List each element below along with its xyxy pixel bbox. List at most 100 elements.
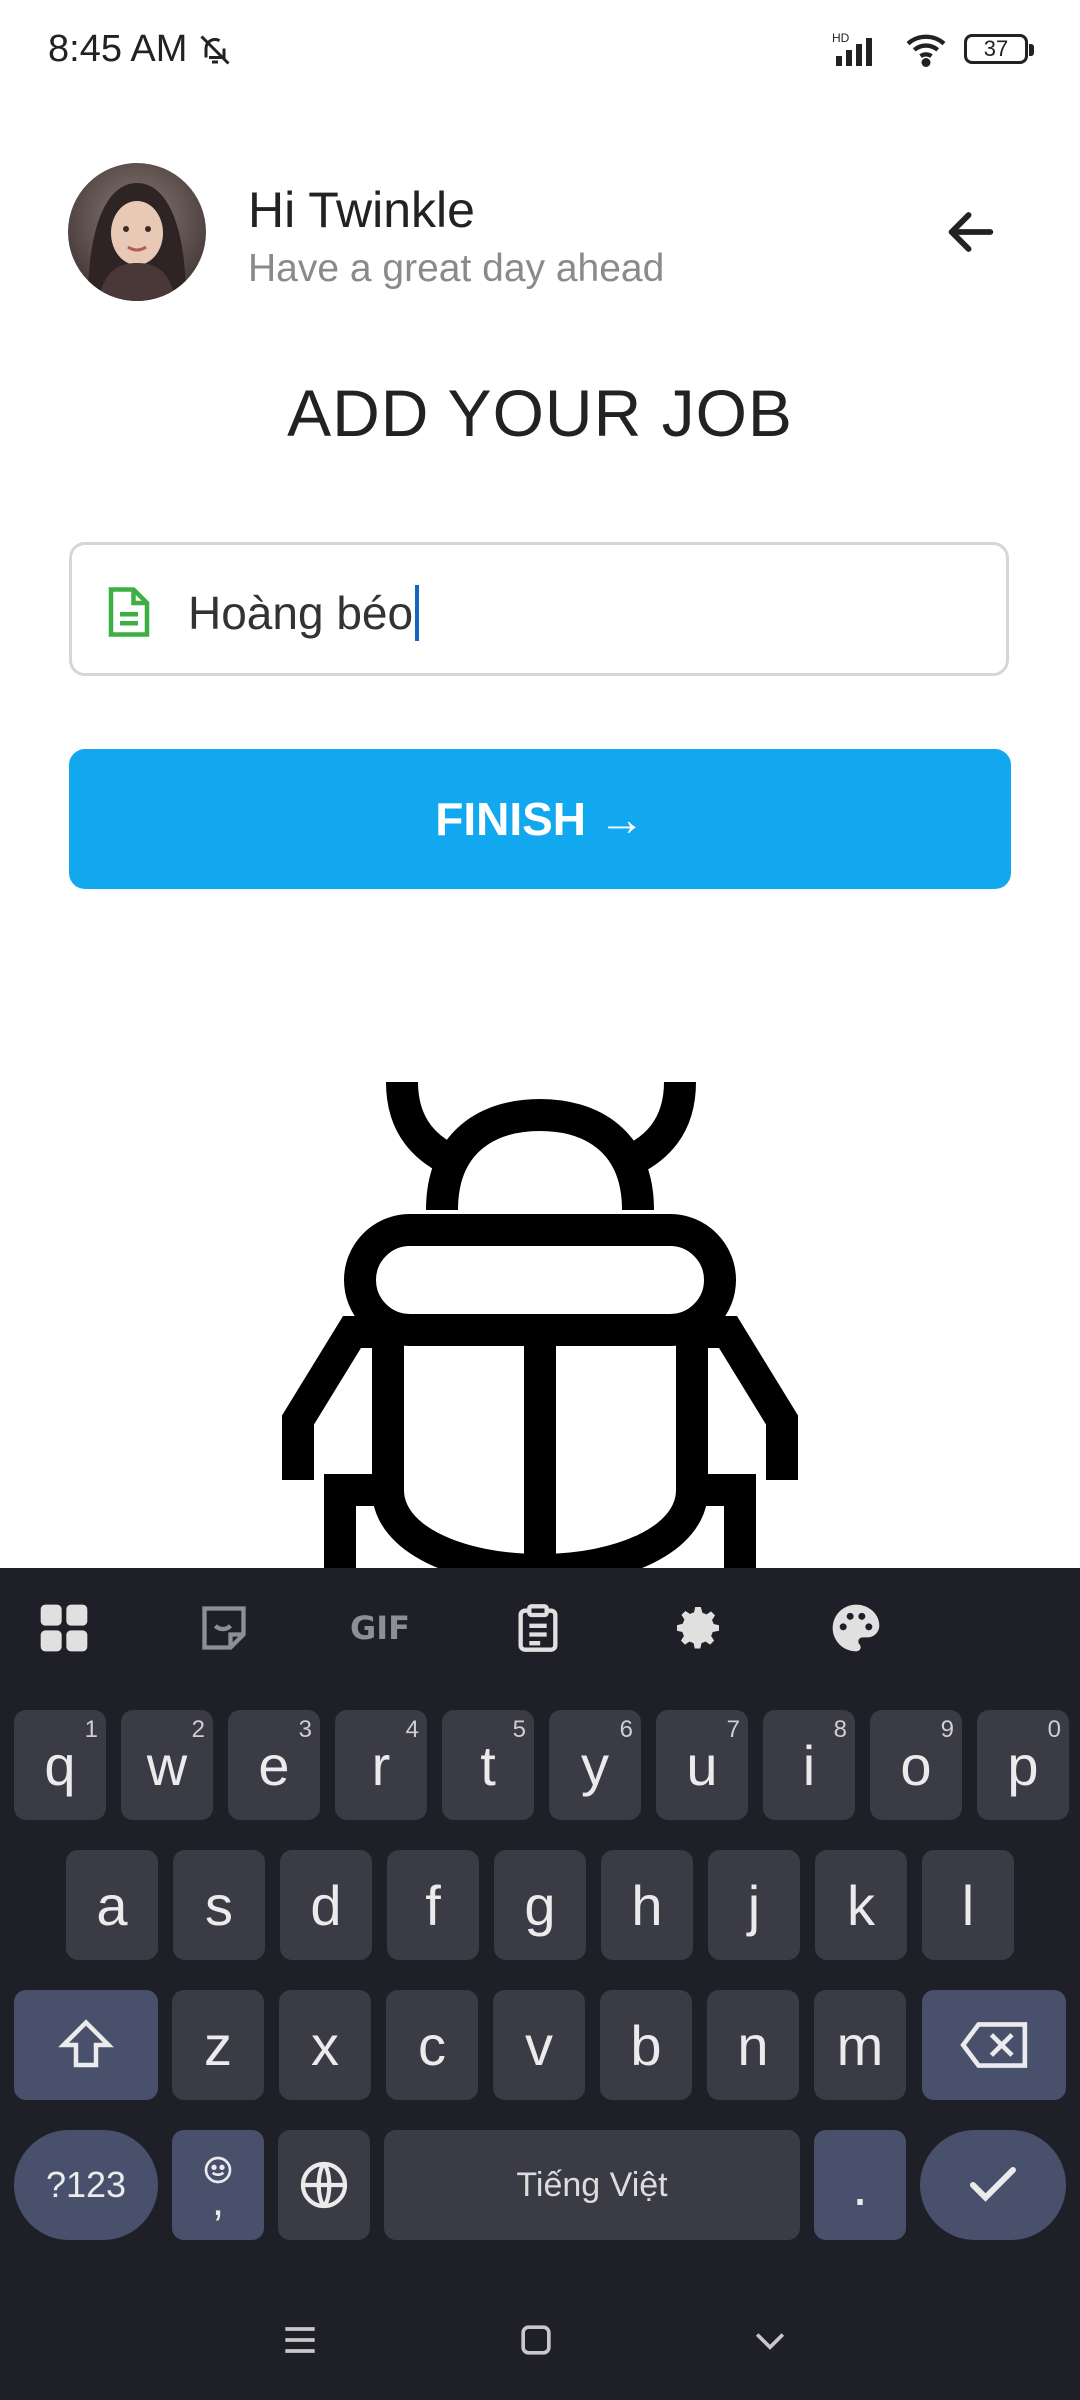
bug-illustration bbox=[282, 1081, 798, 1570]
back-chevron-down-icon[interactable] bbox=[748, 2318, 792, 2362]
globe-icon bbox=[300, 2161, 348, 2209]
key-f[interactable]: f bbox=[387, 1850, 479, 1960]
key-label: d bbox=[310, 1873, 342, 1937]
key-s[interactable]: s bbox=[173, 1850, 265, 1960]
greeting-title: Hi Twinkle bbox=[248, 182, 475, 238]
page-title: ADD YOUR JOB bbox=[287, 376, 793, 450]
key-y[interactable]: y6 bbox=[549, 1710, 641, 1820]
key-label: m bbox=[836, 2013, 884, 2077]
key-p[interactable]: p0 bbox=[977, 1710, 1069, 1820]
key-number-hint: 3 bbox=[298, 1716, 312, 1743]
key-h[interactable]: h bbox=[601, 1850, 693, 1960]
key-i[interactable]: i8 bbox=[763, 1710, 855, 1820]
key-number-hint: 1 bbox=[84, 1716, 98, 1743]
key-label: p bbox=[1007, 1733, 1039, 1797]
space-key[interactable]: Tiếng Việt bbox=[384, 2130, 800, 2240]
key-c[interactable]: c bbox=[386, 1990, 478, 2100]
key-e[interactable]: e3 bbox=[228, 1710, 320, 1820]
key-g[interactable]: g bbox=[494, 1850, 586, 1960]
comma-label: , bbox=[211, 2176, 225, 2225]
navigation-bar bbox=[0, 2290, 1080, 2400]
avatar[interactable] bbox=[68, 163, 206, 301]
key-l[interactable]: l bbox=[922, 1850, 1014, 1960]
keyboard: GIF q1w2e3r4t5y6u7i8o9p0 asdfghjkl zxcvb… bbox=[0, 1568, 1080, 2400]
symbols-key[interactable]: ?123 bbox=[14, 2130, 158, 2240]
key-r[interactable]: r4 bbox=[335, 1710, 427, 1820]
key-label: r bbox=[371, 1733, 391, 1797]
job-input-text: Hoàng béo bbox=[188, 587, 414, 639]
key-b[interactable]: b bbox=[600, 1990, 692, 2100]
clipboard-icon[interactable] bbox=[508, 1598, 568, 1658]
settings-gear-icon[interactable] bbox=[668, 1598, 728, 1658]
signal-icon: HD bbox=[832, 31, 872, 66]
key-q[interactable]: q1 bbox=[14, 1710, 106, 1820]
status-icons: HD 37 bbox=[832, 30, 1034, 68]
battery-icon: 37 bbox=[964, 34, 1034, 64]
key-k[interactable]: k bbox=[815, 1850, 907, 1960]
job-input[interactable]: Hoàng béo bbox=[69, 542, 1009, 676]
key-v[interactable]: v bbox=[493, 1990, 585, 2100]
done-key[interactable] bbox=[920, 2130, 1066, 2240]
key-label: h bbox=[631, 1873, 663, 1937]
key-u[interactable]: u7 bbox=[656, 1710, 748, 1820]
back-arrow-icon[interactable] bbox=[942, 203, 1000, 261]
key-number-hint: 4 bbox=[405, 1716, 419, 1743]
key-number-hint: 5 bbox=[512, 1716, 526, 1743]
language-globe-key[interactable] bbox=[278, 2130, 370, 2240]
emoji-comma-key[interactable]: , bbox=[172, 2130, 264, 2240]
key-label: n bbox=[737, 2013, 769, 2077]
shift-key[interactable] bbox=[14, 1990, 158, 2100]
backspace-key[interactable] bbox=[922, 1990, 1066, 2100]
greeting-subtitle: Have a great day ahead bbox=[248, 247, 665, 290]
key-label: a bbox=[96, 1873, 128, 1937]
key-label: t bbox=[480, 1733, 496, 1797]
text-cursor bbox=[415, 585, 420, 641]
symbols-key-label: ?123 bbox=[45, 2164, 127, 2205]
apps-grid-icon[interactable] bbox=[34, 1598, 94, 1658]
key-number-hint: 0 bbox=[1047, 1716, 1061, 1743]
menu-icon[interactable] bbox=[278, 2318, 322, 2362]
checkmark-icon bbox=[970, 2167, 1016, 2202]
status-time: 8:45 AM bbox=[48, 28, 233, 71]
key-label: s bbox=[205, 1873, 233, 1937]
key-number-hint: 7 bbox=[726, 1716, 740, 1743]
key-label: b bbox=[630, 2013, 662, 2077]
finish-button-label: FINISH → bbox=[435, 793, 645, 845]
key-j[interactable]: j bbox=[708, 1850, 800, 1960]
home-square-icon[interactable] bbox=[514, 2318, 558, 2362]
key-m[interactable]: m bbox=[814, 1990, 906, 2100]
key-label: k bbox=[847, 1873, 875, 1937]
key-t[interactable]: t5 bbox=[442, 1710, 534, 1820]
key-n[interactable]: n bbox=[707, 1990, 799, 2100]
key-a[interactable]: a bbox=[66, 1850, 158, 1960]
key-w[interactable]: w2 bbox=[121, 1710, 213, 1820]
wifi-icon bbox=[906, 34, 946, 67]
key-d[interactable]: d bbox=[280, 1850, 372, 1960]
key-label: f bbox=[425, 1873, 441, 1937]
key-label: x bbox=[311, 2013, 339, 2077]
key-label: c bbox=[418, 2013, 446, 2077]
sticker-icon[interactable] bbox=[194, 1598, 254, 1658]
theme-palette-icon[interactable] bbox=[826, 1598, 886, 1658]
key-z[interactable]: z bbox=[172, 1990, 264, 2100]
key-label: o bbox=[900, 1733, 932, 1797]
shift-arrow-icon bbox=[58, 2019, 114, 2068]
period-key[interactable]: . bbox=[814, 2130, 906, 2240]
key-o[interactable]: o9 bbox=[870, 1710, 962, 1820]
key-label: u bbox=[686, 1733, 718, 1797]
gif-icon[interactable]: GIF bbox=[350, 1598, 410, 1658]
key-number-hint: 8 bbox=[833, 1716, 847, 1743]
key-label: y bbox=[581, 1733, 609, 1797]
key-label: l bbox=[961, 1873, 975, 1937]
key-label: i bbox=[802, 1733, 816, 1797]
header: Hi Twinkle Have a great day ahead bbox=[68, 163, 1012, 303]
finish-button[interactable]: FINISH → bbox=[69, 749, 1011, 889]
key-label: e bbox=[258, 1733, 290, 1797]
clock: 8:45 AM bbox=[48, 28, 188, 70]
key-number-hint: 6 bbox=[619, 1716, 633, 1743]
key-x[interactable]: x bbox=[279, 1990, 371, 2100]
status-bar: 8:45 AM HD 37 bbox=[0, 0, 1080, 100]
key-label: q bbox=[44, 1733, 76, 1797]
key-label: j bbox=[747, 1873, 761, 1937]
key-number-hint: 9 bbox=[940, 1716, 954, 1743]
